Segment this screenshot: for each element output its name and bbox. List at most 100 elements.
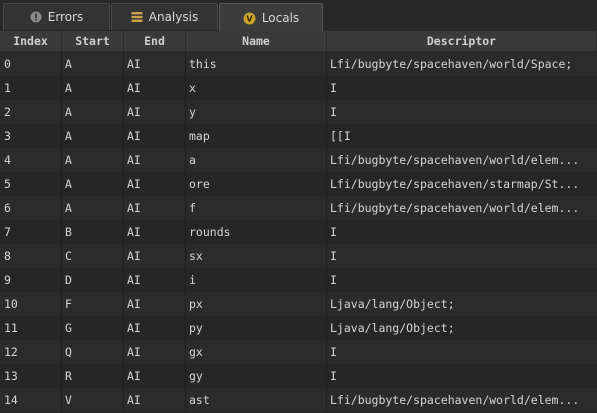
table-row[interactable]: 10 F AI px Ljava/lang/Object; — [0, 292, 597, 316]
index-cell: 14 — [0, 388, 62, 412]
table-row[interactable]: 9 D AI i I — [0, 268, 597, 292]
end-cell: AI — [124, 76, 186, 100]
index-cell: 11 — [0, 316, 62, 340]
start-cell: A — [62, 172, 124, 196]
end-cell: AI — [124, 316, 186, 340]
end-cell: AI — [124, 364, 186, 388]
index-cell: 7 — [0, 220, 62, 244]
index-cell: 9 — [0, 268, 62, 292]
index-cell: 4 — [0, 148, 62, 172]
name-cell: ast — [186, 388, 327, 412]
tab-analysis[interactable]: Analysis — [111, 3, 218, 30]
table-row[interactable]: 13 R AI gy I — [0, 364, 597, 388]
table-row[interactable]: 11 G AI py Ljava/lang/Object; — [0, 316, 597, 340]
list-icon — [131, 11, 143, 23]
descriptor-cell: I — [330, 345, 337, 359]
name-cell: i — [186, 268, 327, 292]
name-cell: gy — [186, 364, 327, 388]
svg-text:V: V — [246, 14, 253, 23]
start-cell: V — [62, 388, 124, 412]
name-cell: y — [186, 100, 327, 124]
column-header-start[interactable]: Start — [62, 31, 124, 51]
locals-table-body: 0 A AI this Lfi/bugbyte/spacehaven/world/Spa… — [0, 52, 597, 412]
tab-errors[interactable]: Errors — [3, 3, 110, 30]
start-cell: C — [62, 244, 124, 268]
descriptor-cell: Lfi/bugbyte/spacehaven/world/elem... — [330, 153, 580, 167]
end-cell: AI — [124, 220, 186, 244]
index-cell: 13 — [0, 364, 62, 388]
name-cell: py — [186, 316, 327, 340]
descriptor-cell: I — [330, 225, 337, 239]
start-cell: A — [62, 100, 124, 124]
descriptor-cell: [[I — [330, 129, 351, 143]
index-cell: 6 — [0, 196, 62, 220]
start-cell: Q — [62, 340, 124, 364]
index-cell: 2 — [0, 100, 62, 124]
table-row[interactable]: 6 A AI f Lfi/bugbyte/spacehaven/world/elem..… — [0, 196, 597, 220]
descriptor-cell: Lfi/bugbyte/spacehaven/world/Space; — [330, 57, 573, 71]
tab-analysis-label: Analysis — [148, 10, 199, 24]
tab-locals[interactable]: V Locals — [219, 3, 323, 32]
start-cell: R — [62, 364, 124, 388]
end-cell: AI — [124, 52, 186, 76]
name-cell: ore — [186, 172, 327, 196]
descriptor-cell: I — [330, 369, 337, 383]
name-cell: sx — [186, 244, 327, 268]
start-cell: A — [62, 52, 124, 76]
index-cell: 0 — [0, 52, 62, 76]
table-row[interactable]: 4 A AI a Lfi/bugbyte/spacehaven/world/elem..… — [0, 148, 597, 172]
end-cell: AI — [124, 172, 186, 196]
descriptor-cell: Lfi/bugbyte/spacehaven/world/elem... — [330, 393, 580, 407]
column-header-descriptor[interactable]: Descriptor — [327, 31, 597, 51]
table-row[interactable]: 0 A AI this Lfi/bugbyte/spacehaven/world/Spa… — [0, 52, 597, 76]
descriptor-cell: Lfi/bugbyte/spacehaven/world/elem... — [330, 201, 580, 215]
end-cell: AI — [124, 196, 186, 220]
table-header: Index Start End Name Descriptor — [0, 31, 597, 52]
index-cell: 5 — [0, 172, 62, 196]
index-cell: 8 — [0, 244, 62, 268]
table-row[interactable]: 12 Q AI gx I — [0, 340, 597, 364]
end-cell: AI — [124, 100, 186, 124]
end-cell: AI — [124, 244, 186, 268]
start-cell: A — [62, 124, 124, 148]
end-cell: AI — [124, 124, 186, 148]
start-cell: D — [62, 268, 124, 292]
descriptor-cell: I — [330, 81, 337, 95]
descriptor-cell: I — [330, 249, 337, 263]
end-cell: AI — [124, 148, 186, 172]
table-row[interactable]: 7 B AI rounds I — [0, 220, 597, 244]
table-row[interactable]: 3 A AI map [[I — [0, 124, 597, 148]
end-cell: AI — [124, 388, 186, 412]
table-row[interactable]: 5 A AI ore Lfi/bugbyte/spacehaven/starmap/St… — [0, 172, 597, 196]
end-cell: AI — [124, 268, 186, 292]
table-row[interactable]: 14 V AI ast Lfi/bugbyte/spacehaven/world/ele… — [0, 388, 597, 412]
name-cell: f — [186, 196, 327, 220]
end-cell: AI — [124, 340, 186, 364]
tab-bar: Errors Analysis V Locals — [0, 0, 597, 32]
descriptor-cell: I — [330, 273, 337, 287]
index-cell: 3 — [0, 124, 62, 148]
descriptor-cell: Ljava/lang/Object; — [330, 297, 455, 311]
column-header-name[interactable]: Name — [186, 31, 327, 51]
column-header-end[interactable]: End — [124, 31, 186, 51]
descriptor-cell: Ljava/lang/Object; — [330, 321, 455, 335]
name-cell: gx — [186, 340, 327, 364]
name-cell: rounds — [186, 220, 327, 244]
start-cell: F — [62, 292, 124, 316]
table-row[interactable]: 8 C AI sx I — [0, 244, 597, 268]
name-cell: this — [186, 52, 327, 76]
start-cell: B — [62, 220, 124, 244]
name-cell: map — [186, 124, 327, 148]
index-cell: 10 — [0, 292, 62, 316]
error-icon — [30, 11, 42, 23]
start-cell: A — [62, 76, 124, 100]
index-cell: 1 — [0, 76, 62, 100]
table-row[interactable]: 1 A AI x I — [0, 76, 597, 100]
table-row[interactable]: 2 A AI y I — [0, 100, 597, 124]
start-cell: A — [62, 148, 124, 172]
name-cell: px — [186, 292, 327, 316]
tab-errors-label: Errors — [47, 10, 84, 24]
column-header-index[interactable]: Index — [0, 31, 62, 51]
variable-icon: V — [243, 12, 256, 25]
name-cell: a — [186, 148, 327, 172]
